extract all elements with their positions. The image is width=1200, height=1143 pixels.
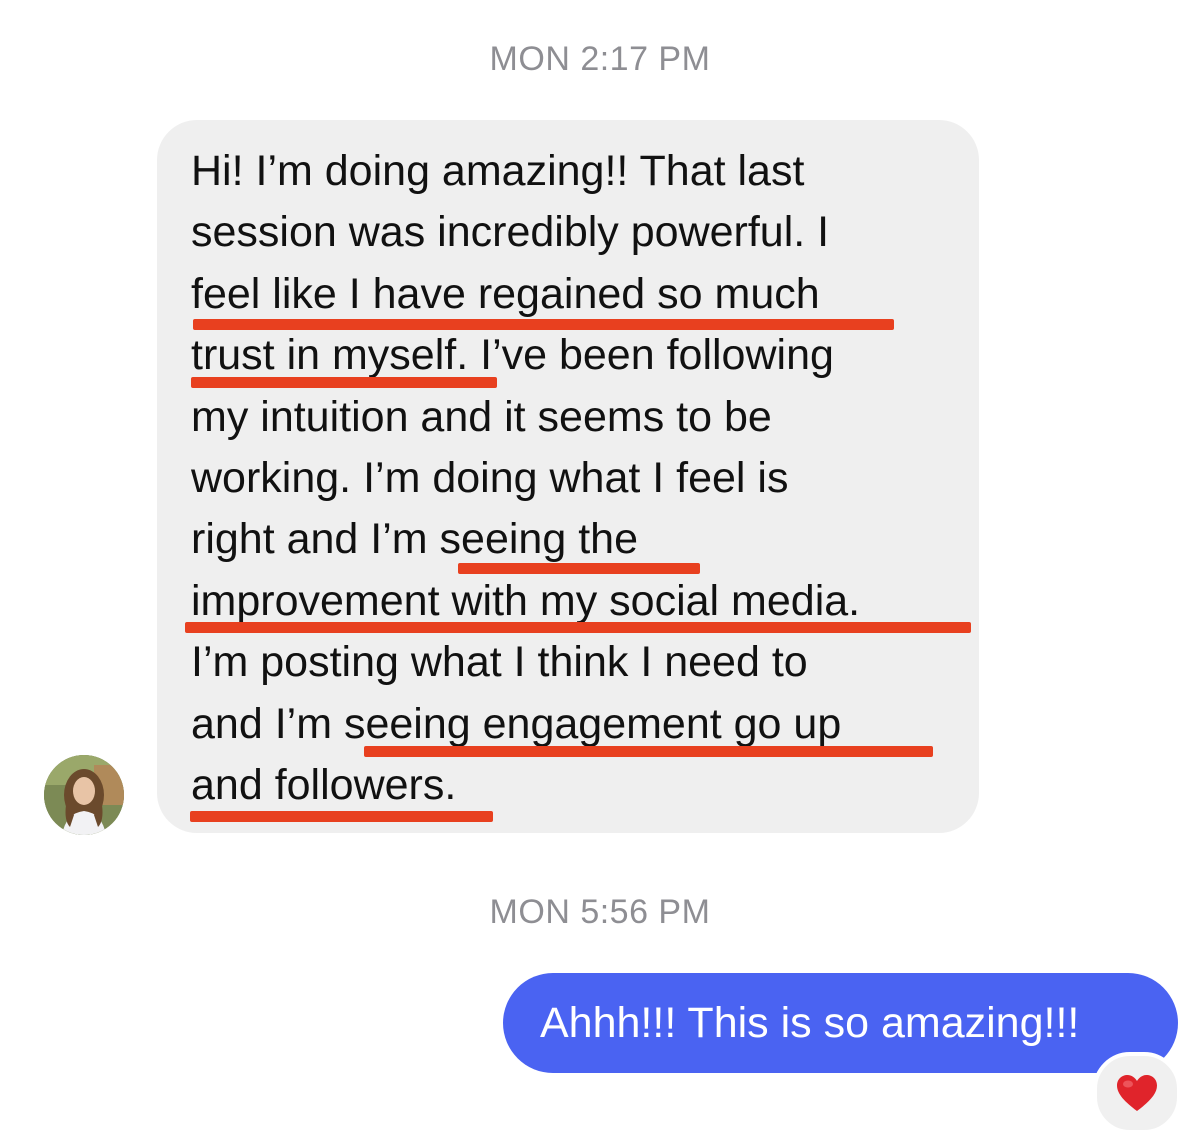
message-line: and followers. bbox=[191, 760, 457, 809]
timestamp-second: MON 5:56 PM bbox=[489, 893, 711, 931]
message-line: working. I’m doing what I feel is bbox=[191, 453, 789, 502]
incoming-message-text: Hi! I’m doing amazing!! That last sessio… bbox=[191, 141, 971, 816]
message-reaction[interactable] bbox=[1093, 1052, 1181, 1134]
message-line: Hi! I’m doing amazing!! That last bbox=[191, 147, 805, 195]
highlight-underline bbox=[458, 563, 700, 574]
message-line: right and I’m seeing the bbox=[191, 515, 638, 564]
message-line: my intuition and it seems to be bbox=[191, 392, 772, 441]
user-avatar-icon bbox=[44, 755, 124, 835]
highlight-underline bbox=[193, 319, 894, 330]
timestamp-first: MON 2:17 PM bbox=[489, 40, 711, 78]
message-line: session was incredibly powerful. I bbox=[191, 208, 830, 257]
message-line: I’m posting what I think I need to bbox=[191, 638, 808, 687]
highlight-underline bbox=[364, 746, 933, 757]
highlight-underline bbox=[185, 622, 971, 633]
highlight-underline bbox=[190, 811, 493, 822]
heart-icon bbox=[1117, 1075, 1157, 1111]
highlight-underline bbox=[191, 377, 497, 388]
sender-avatar[interactable] bbox=[44, 755, 124, 835]
message-line: feel like I have regained so much bbox=[191, 269, 820, 318]
outgoing-message-bubble[interactable]: Ahhh!!! This is so amazing!!! bbox=[503, 973, 1178, 1073]
